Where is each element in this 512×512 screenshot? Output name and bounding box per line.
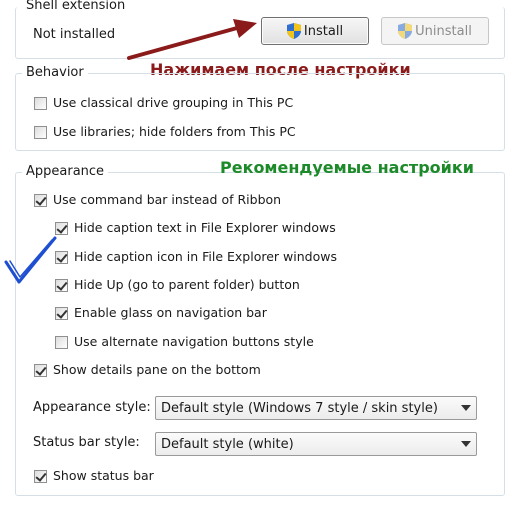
shell-extension-status: Not installed (33, 27, 116, 42)
checkbox-box[interactable] (34, 193, 47, 207)
checkbox-show-status-bar[interactable]: Show status bar (34, 467, 154, 485)
checkbox-label: Enable glass on navigation bar (74, 305, 267, 320)
checkbox-box[interactable] (34, 363, 47, 377)
checkbox-details-pane-bottom[interactable]: Show details pane on the bottom (34, 361, 261, 379)
appearance-style-select[interactable]: Default style (Windows 7 style / skin st… (155, 396, 477, 420)
chevron-down-icon (461, 405, 471, 411)
checkbox-box[interactable] (34, 469, 47, 483)
uac-shield-icon (286, 23, 301, 39)
checkbox-label: Hide Up (go to parent folder) button (74, 277, 300, 292)
uac-shield-icon (398, 23, 413, 39)
status-bar-style-label: Status bar style: (33, 435, 140, 450)
checkbox-enable-glass[interactable]: Enable glass on navigation bar (55, 304, 267, 322)
checkbox-alternate-nav-style[interactable]: Use alternate navigation buttons style (55, 333, 314, 351)
shell-extension-title: Shell extension (22, 0, 130, 14)
behavior-title: Behavior (22, 65, 88, 81)
appearance-title: Appearance (22, 164, 109, 180)
checkbox-box[interactable] (55, 306, 68, 320)
large-checkmark-icon (4, 236, 57, 284)
install-button[interactable]: Install (261, 17, 369, 45)
checkbox-box[interactable] (55, 221, 68, 235)
annotation-recommended: Рекомендуемые настройки (220, 158, 474, 177)
arrow-right-icon (127, 19, 257, 60)
uninstall-button[interactable]: Uninstall (381, 17, 489, 45)
checkbox-label: Hide caption icon in File Explorer windo… (74, 249, 337, 264)
checkbox-label: Show details pane on the bottom (53, 362, 261, 377)
checkbox-box[interactable] (34, 125, 47, 139)
checkbox-box[interactable] (34, 96, 47, 110)
appearance-style-value: Default style (Windows 7 style / skin st… (161, 400, 438, 416)
checkbox-label: Show status bar (53, 468, 154, 483)
checkbox-hide-caption-text[interactable]: Hide caption text in File Explorer windo… (55, 219, 336, 237)
checkbox-label: Use alternate navigation buttons style (74, 334, 314, 349)
checkbox-label: Use command bar instead of Ribbon (53, 192, 282, 207)
checkbox-use-libraries[interactable]: Use libraries; hide folders from This PC (34, 123, 296, 141)
checkbox-hide-up-button[interactable]: Hide Up (go to parent folder) button (55, 276, 300, 294)
status-bar-style-select[interactable]: Default style (white) (155, 432, 477, 456)
appearance-style-label: Appearance style: (33, 400, 151, 415)
checkbox-label: Hide caption text in File Explorer windo… (74, 220, 336, 235)
uninstall-button-label: Uninstall (415, 23, 472, 39)
checkbox-label: Use libraries; hide folders from This PC (53, 124, 296, 139)
status-bar-style-value: Default style (white) (161, 436, 294, 452)
checkbox-label: Use classical drive grouping in This PC (53, 95, 294, 110)
chevron-down-icon (461, 441, 471, 447)
checkbox-classical-drive-grouping[interactable]: Use classical drive grouping in This PC (34, 94, 293, 112)
checkbox-command-bar[interactable]: Use command bar instead of Ribbon (34, 191, 281, 209)
checkbox-hide-caption-icon[interactable]: Hide caption icon in File Explorer windo… (55, 248, 337, 266)
checkbox-box[interactable] (55, 335, 68, 349)
install-button-label: Install (303, 23, 344, 39)
